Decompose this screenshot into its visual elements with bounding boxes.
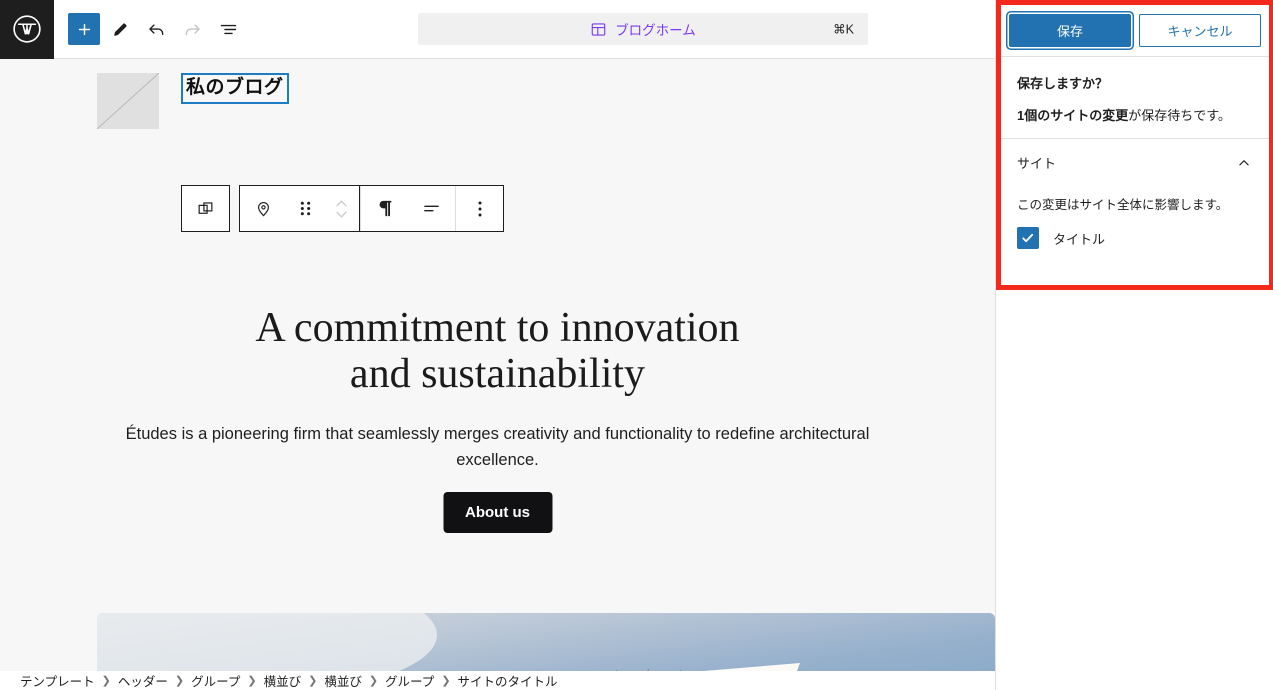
breadcrumb-item-0[interactable]: テンプレート <box>20 671 95 690</box>
redo-arrow-icon <box>185 23 200 35</box>
architecture-photo <box>97 613 995 671</box>
editor-header: ブログホーム ⌘K <box>0 0 995 59</box>
site-section-description: この変更はサイト全体に影響します。 <box>1017 198 1229 212</box>
hero-heading[interactable]: A commitment to innovation and sustainab… <box>0 305 995 397</box>
wordpress-logo-icon[interactable] <box>0 0 54 59</box>
hero-image[interactable] <box>97 613 995 671</box>
location-pin-icon <box>257 202 270 217</box>
list-view-icon <box>220 24 236 34</box>
checkmark-icon <box>1022 233 1034 243</box>
drag-dots-icon <box>300 201 310 216</box>
hero-heading-line-2: and sustainability <box>349 351 646 398</box>
save-panel-actions: 保存 キャンセル <box>1001 5 1269 57</box>
undo-arrow-icon <box>148 23 163 35</box>
block-toolbar <box>181 185 504 232</box>
title-checkbox[interactable] <box>1017 227 1039 249</box>
breadcrumb: テンプレート ❯ ヘッダー ❯ グループ ❯ 横並び ❯ 横並び ❯ グループ … <box>0 671 995 690</box>
breadcrumb-item-4[interactable]: 横並び <box>324 671 362 690</box>
breadcrumb-item-2[interactable]: グループ <box>191 671 240 690</box>
title-checkbox-label: タイトル <box>1053 231 1106 247</box>
block-position-button[interactable] <box>240 186 287 231</box>
command-bar[interactable]: ブログホーム ⌘K <box>418 13 868 45</box>
pencil-icon <box>113 23 126 36</box>
pending-changes-count: 1個のサイトの変更 <box>1017 108 1129 123</box>
site-logo-placeholder[interactable] <box>97 73 159 129</box>
vertical-ellipsis-icon <box>478 201 481 216</box>
breadcrumb-separator-2: ❯ <box>247 675 257 687</box>
block-move-segment <box>239 185 360 232</box>
align-button[interactable] <box>408 186 455 231</box>
add-block-button[interactable] <box>68 13 100 45</box>
cancel-button[interactable]: キャンセル <box>1139 14 1261 47</box>
pending-changes-summary: 1個のサイトの変更が保存待ちです。 <box>1017 105 1253 124</box>
paragraph-format-button[interactable] <box>361 186 408 231</box>
breadcrumb-separator-4: ❯ <box>368 675 379 687</box>
save-question: 保存しますか？ <box>1017 76 1109 91</box>
about-us-button[interactable]: About us <box>443 492 552 533</box>
template-layout-icon <box>591 22 606 36</box>
plus-icon <box>78 23 90 35</box>
breadcrumb-separator-0: ❯ <box>101 675 111 687</box>
save-panel: 保存 キャンセル 保存しますか？ 1個のサイトの変更が保存待ちです。 サイト こ… <box>996 0 1273 290</box>
more-options-button[interactable] <box>456 186 503 231</box>
wordpress-site-editor: ブログホーム ⌘K 私のブログ A commitment to innovati… <box>0 0 1273 690</box>
drag-handle[interactable] <box>287 186 323 231</box>
save-panel-body: 保存しますか？ 1個のサイトの変更が保存待ちです。 <box>1001 57 1269 139</box>
breadcrumb-item-5[interactable]: グループ <box>385 671 434 690</box>
block-type-segment <box>181 185 230 232</box>
undo-button[interactable] <box>140 13 172 45</box>
breadcrumb-separator-3: ❯ <box>308 675 318 687</box>
site-title-block[interactable]: 私のブログ <box>181 73 289 104</box>
pending-changes-suffix: が保存待ちです。 <box>1128 108 1231 123</box>
save-button[interactable]: 保存 <box>1009 14 1131 47</box>
list-view-button[interactable] <box>212 13 244 45</box>
redo-button[interactable] <box>176 13 208 45</box>
breadcrumb-item-3[interactable]: 横並び <box>264 671 302 690</box>
site-section-header[interactable]: サイト <box>1001 139 1269 184</box>
breadcrumb-item-6[interactable]: サイトのタイトル <box>458 671 558 690</box>
hero-paragraph[interactable]: Études is a pioneering firm that seamles… <box>0 421 995 474</box>
hero-heading-line-1: A commitment to innovation <box>255 305 740 351</box>
pilcrow-icon <box>379 200 392 217</box>
block-type-button[interactable] <box>182 186 229 231</box>
right-sidebar: 保存 キャンセル 保存しますか？ 1個のサイトの変更が保存待ちです。 サイト こ… <box>995 0 1273 690</box>
command-bar-label: ブログホーム <box>615 23 696 38</box>
copy-blocks-icon <box>198 202 213 214</box>
breadcrumb-separator-1: ❯ <box>174 675 185 687</box>
header-tool-group <box>68 13 244 45</box>
chevron-up-down-icon <box>335 199 347 218</box>
breadcrumb-separator-5: ❯ <box>441 675 451 687</box>
editor-canvas: 私のブログ A commitment to innovation and sus… <box>0 59 995 671</box>
edit-mode-button[interactable] <box>104 13 136 45</box>
chevron-up-icon[interactable] <box>1235 154 1253 172</box>
align-left-icon <box>424 205 439 212</box>
move-up-down-button[interactable] <box>323 186 359 231</box>
command-bar-shortcut: ⌘K <box>833 22 854 37</box>
block-format-segment <box>360 185 504 232</box>
site-title-change-row[interactable]: タイトル <box>1001 227 1269 249</box>
breadcrumb-item-1[interactable]: ヘッダー <box>118 671 168 690</box>
site-header-row: 私のブログ <box>97 73 289 129</box>
site-section-title: サイト <box>1017 156 1057 171</box>
